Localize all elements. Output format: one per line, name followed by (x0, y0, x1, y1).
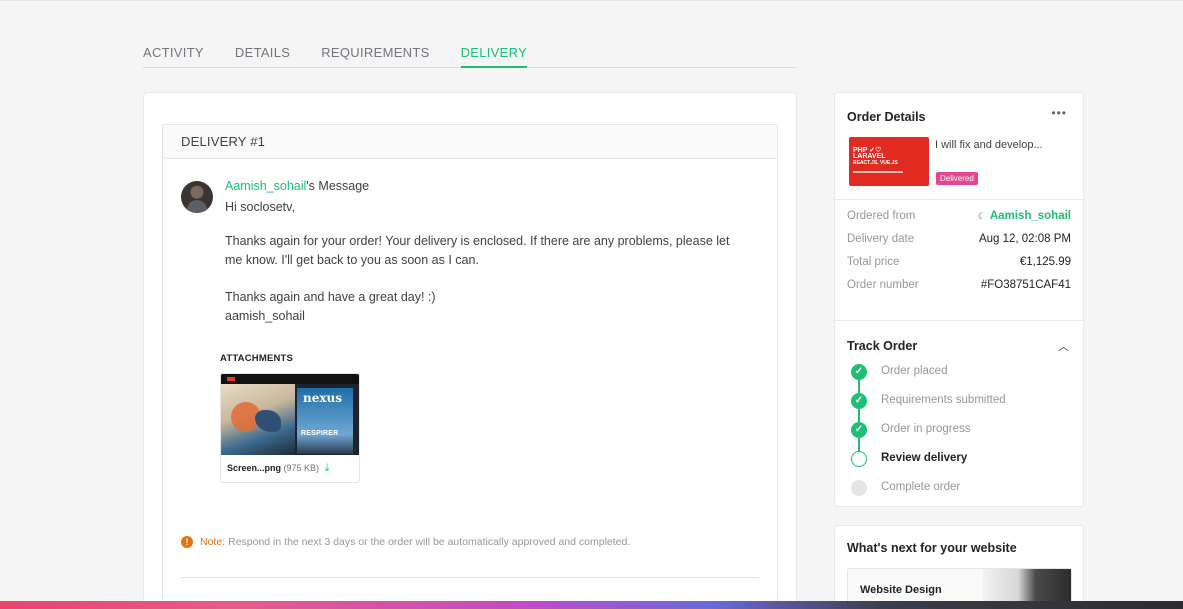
step-connector (858, 438, 860, 451)
tab-requirements[interactable]: REQUIREMENTS (321, 44, 429, 68)
total-price-row: Total price €1,125.99 (847, 256, 1071, 272)
delivery-box: DELIVERY #1 Aamish_sohail's Message Hi s… (162, 124, 778, 609)
tab-activity[interactable]: ACTIVITY (143, 44, 204, 68)
thumbnail-navbar (221, 374, 359, 384)
respond-note: ! Note: Respond in the next 3 days or th… (181, 536, 630, 548)
tab-details[interactable]: DETAILS (235, 44, 290, 68)
attachments-title: ATTACHMENTS (220, 353, 294, 364)
gig-thumb-line2: LARAVEL (853, 153, 886, 160)
message-body: Hi soclosetv, Thanks again for your orde… (225, 198, 745, 326)
step-label: Complete order (881, 481, 961, 493)
ellipsis-icon[interactable]: ••• (1051, 106, 1067, 120)
order-number-value: #FO38751CAF41 (980, 279, 1071, 291)
order-tabs: ACTIVITY DETAILS REQUIREMENTS DELIVERY (143, 44, 796, 68)
whats-next-item-label: Website Design (860, 584, 942, 596)
step-label: Order placed (881, 365, 948, 377)
delivery-date-value: Aug 12, 02:08 PM (978, 233, 1071, 245)
whats-next-title: What's next for your website (847, 541, 1017, 555)
bottom-gradient-strip (0, 601, 1183, 609)
moon-icon: ☾ (977, 211, 986, 221)
check-icon: ✓ (851, 393, 867, 409)
gig-thumb-line3: REACT.JS, VUE.JS (853, 160, 898, 166)
track-order-separator (835, 320, 1083, 321)
total-price-value: €1,125.99 (1019, 256, 1071, 268)
seller-avatar[interactable] (181, 181, 213, 213)
step-label: Requirements submitted (881, 394, 1006, 406)
thumbnail-magazine-title: nexus (303, 391, 342, 405)
message-greeting: Hi soclosetv, (225, 200, 295, 214)
attachment-file-name: Screen...png (227, 463, 282, 473)
track-order-title: Track Order (847, 339, 918, 353)
delivery-card: DELIVERY #1 Aamish_sohail's Message Hi s… (143, 92, 797, 609)
note-text: Respond in the next 3 days or the order … (228, 536, 631, 548)
status-badge: Delivered (936, 172, 978, 185)
circle-icon (851, 480, 867, 496)
whats-next-card: What's next for your website Website Des… (834, 525, 1084, 609)
attachment-meta: Screen...png (975 KB) ⤓ (221, 455, 359, 482)
attachment-file-size: (975 KB) (283, 463, 320, 473)
order-details-card: Order Details ••• PHP ✓♡ LARAVEL REACT.J… (834, 92, 1084, 507)
delivery-date-label: Delivery date (847, 233, 915, 245)
ordered-from-name[interactable]: Aamish_sohail (990, 210, 1071, 222)
delivery-date-row: Delivery date Aug 12, 02:08 PM (847, 233, 1071, 249)
thumbnail-artwork (221, 384, 295, 455)
gig-thumb-rule (853, 171, 903, 173)
thumbnail-magazine-subtitle: RESPIRER (301, 430, 339, 437)
order-details-separator (835, 199, 1083, 200)
attachment-thumbnail[interactable]: nexus RESPIRER (221, 374, 359, 455)
order-number-label: Order number (847, 279, 919, 291)
attachment-card[interactable]: nexus RESPIRER Screen...png (975 KB) ⤓ (220, 373, 360, 483)
content-divider (181, 577, 759, 578)
ordered-from-value[interactable]: ☾ Aamish_sohail (978, 210, 1071, 226)
check-icon: ✓ (851, 364, 867, 380)
total-price-label: Total price (847, 256, 900, 268)
step-label: Review delivery (881, 452, 968, 464)
tab-delivery[interactable]: DELIVERY (460, 44, 528, 68)
message-signoff: Thanks again and have a great day! :) (225, 290, 436, 304)
order-details-title: Order Details (847, 110, 926, 124)
note-label: Note: (200, 536, 226, 548)
gig-thumbnail[interactable]: PHP ✓♡ LARAVEL REACT.JS, VUE.JS (849, 137, 929, 186)
step-connector (858, 380, 860, 393)
seller-username-link[interactable]: Aamish_sohail (225, 179, 306, 193)
step-connector (858, 409, 860, 422)
check-icon: ✓ (851, 422, 867, 438)
message-signature: aamish_sohail (225, 309, 305, 323)
chevron-up-icon[interactable]: ︿ (1058, 338, 1069, 354)
ordered-from-row: Ordered from ☾ Aamish_sohail (847, 210, 1071, 226)
warning-icon: ! (181, 536, 193, 548)
delivery-header: DELIVERY #1 (163, 125, 777, 159)
order-number-row: Order number #FO38751CAF41 (847, 279, 1071, 295)
ordered-from-label: Ordered from (847, 210, 916, 222)
message-header-suffix: 's Message (306, 179, 370, 193)
gig-title[interactable]: I will fix and develop... (935, 139, 1043, 151)
message-header: Aamish_sohail's Message (225, 179, 369, 193)
message-paragraph: Thanks again for your order! Your delive… (225, 234, 730, 267)
top-divider (0, 0, 1183, 1)
step-label: Order in progress (881, 423, 971, 435)
download-icon[interactable]: ⤓ (325, 462, 330, 474)
circle-icon (851, 451, 867, 467)
